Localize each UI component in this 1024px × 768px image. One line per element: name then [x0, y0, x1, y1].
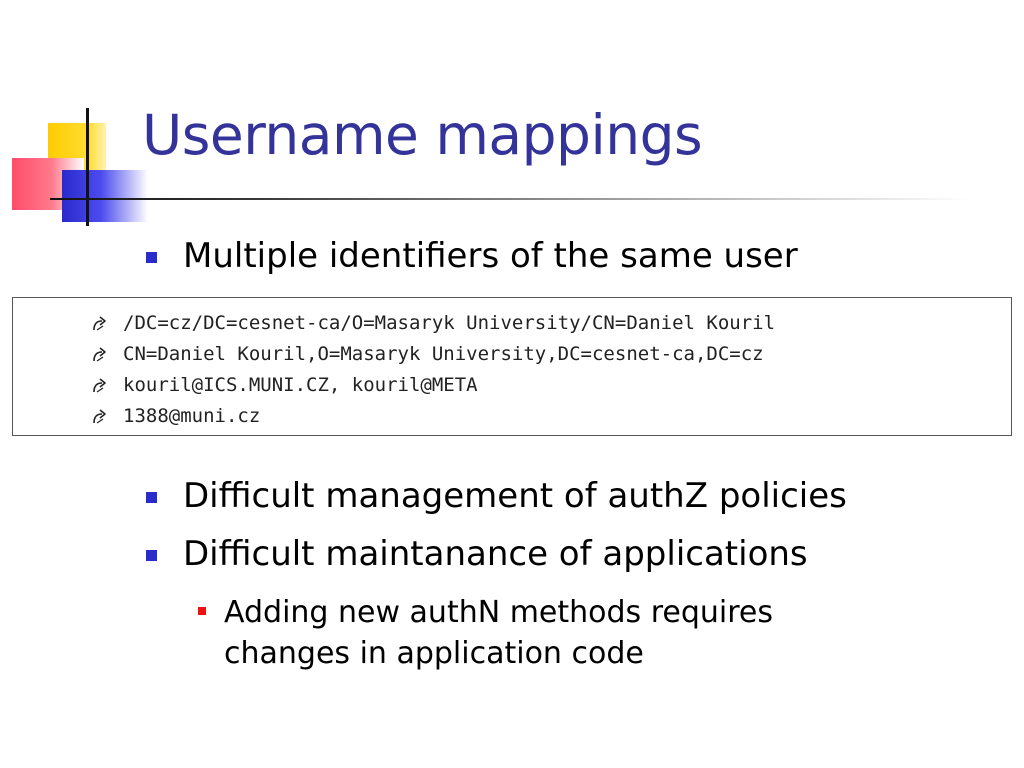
identifier-box: /DC=cz/DC=cesnet-ca/O=Masaryk University…	[12, 297, 1012, 436]
identifier-text: 1388@muni.cz	[123, 405, 261, 427]
identifier-text: /DC=cz/DC=cesnet-ca/O=Masaryk University…	[123, 312, 776, 334]
sub-bullet-text: Adding new authN methods requires change…	[224, 592, 773, 674]
curved-arrow-icon	[93, 378, 106, 393]
sub-bullet-line: Adding new authN methods requires	[224, 595, 774, 630]
curved-arrow-icon	[93, 316, 106, 331]
sub-bullet-item: Adding new authN methods requires change…	[198, 592, 773, 674]
identifier-line: CN=Daniel Kouril,O=Masaryk University,DC…	[91, 343, 764, 365]
square-bullet-icon	[146, 252, 157, 263]
curved-arrow-icon	[93, 347, 106, 362]
sub-bullet-line: changes in application code	[224, 636, 644, 671]
bullet-text: Difficult management of authZ policies	[183, 476, 847, 516]
bullet-item: Difficult management of authZ policies	[146, 476, 847, 516]
identifier-line: kouril@ICS.MUNI.CZ, kouril@META	[91, 374, 478, 396]
identifier-text: CN=Daniel Kouril,O=Masaryk University,DC…	[123, 343, 764, 365]
square-bullet-icon	[198, 607, 206, 615]
slide-logo-decoration	[0, 0, 150, 240]
square-bullet-icon	[146, 492, 157, 503]
curved-arrow-icon	[93, 409, 106, 424]
identifier-line: /DC=cz/DC=cesnet-ca/O=Masaryk University…	[91, 312, 775, 334]
square-bullet-icon	[146, 550, 157, 561]
bullet-text: Multiple identifiers of the same user	[183, 236, 798, 276]
bullet-item: Difficult maintanance of applications	[146, 534, 808, 574]
vertical-rule	[86, 108, 89, 226]
title-underline	[50, 198, 970, 200]
identifier-line: 1388@muni.cz	[91, 405, 260, 427]
bullet-text: Difficult maintanance of applications	[183, 534, 808, 574]
bullet-item: Multiple identifiers of the same user	[146, 236, 798, 276]
blue-square-decoration	[62, 170, 148, 222]
slide-title: Username mappings	[142, 103, 703, 167]
identifier-text: kouril@ICS.MUNI.CZ, kouril@META	[123, 374, 478, 396]
